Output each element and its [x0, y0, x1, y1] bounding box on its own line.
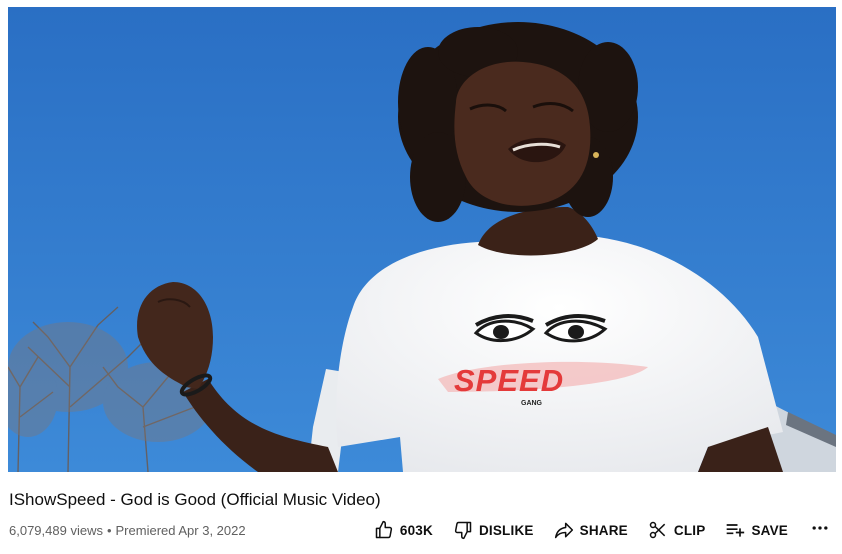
save-label: SAVE	[751, 522, 788, 538]
share-arrow-icon	[554, 520, 574, 540]
like-count: 603K	[399, 522, 433, 538]
playlist-add-icon	[725, 520, 745, 540]
face	[454, 61, 591, 206]
meta-separator: •	[106, 523, 112, 538]
video-meta: 6,079,489 views • Premiered Apr 3, 2022	[9, 520, 246, 542]
scissors-icon	[648, 520, 668, 540]
dislike-button[interactable]: DISLIKE	[453, 516, 534, 544]
share-label: SHARE	[579, 522, 628, 538]
premiere-date: Premiered Apr 3, 2022	[115, 523, 246, 538]
video-title: IShowSpeed - God is Good (Official Music…	[9, 490, 381, 509]
like-button[interactable]: 603K	[374, 516, 433, 544]
video-actions: 603K DISLIKE SHARE CLIP SAVE	[354, 516, 830, 544]
thumbs-down-icon	[453, 520, 473, 540]
clip-label: CLIP	[673, 522, 706, 538]
clip-button[interactable]: CLIP	[648, 516, 706, 544]
shirt-brand-text: SPEED	[454, 363, 564, 398]
more-options-button[interactable]	[810, 520, 830, 540]
dislike-label: DISLIKE	[478, 522, 534, 538]
share-button[interactable]: SHARE	[554, 516, 628, 544]
save-button[interactable]: SAVE	[725, 516, 788, 544]
shirt-sub-text: GANG	[521, 400, 543, 407]
more-horizontal-icon	[810, 518, 830, 543]
thumbs-up-icon	[374, 520, 394, 540]
video-frame: SPEED GANG	[8, 7, 836, 472]
view-count: 6,079,489 views	[9, 523, 103, 538]
video-player[interactable]: SPEED GANG	[8, 7, 836, 472]
